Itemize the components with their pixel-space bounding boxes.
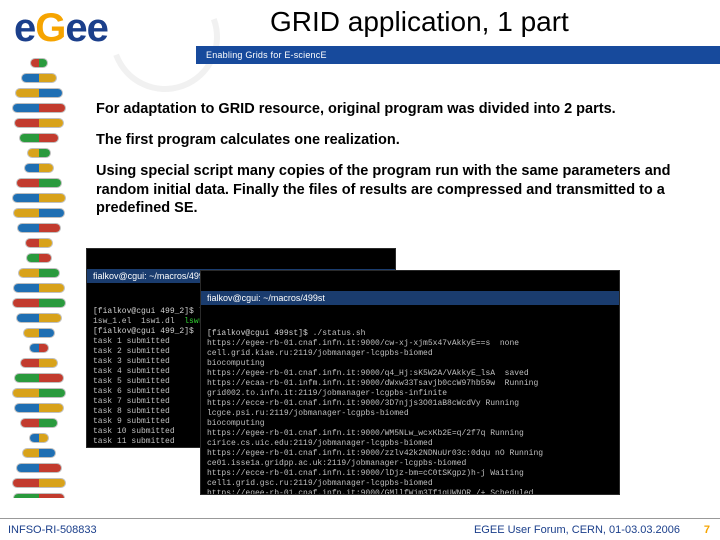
slide-footer: INFSO-RI-508833 EGEE User Forum, CERN, 0… — [0, 518, 720, 540]
paragraph-2: The first program calculates one realiza… — [96, 131, 696, 150]
terminal-status-content: [fialkov@cgui 499st]$ ./status.sh https:… — [201, 327, 619, 495]
egee-logo: eGee — [0, 0, 196, 58]
logo-ee: ee — [65, 6, 108, 50]
slide-header: eGee GRID application, 1 part Enabling G… — [0, 0, 720, 68]
page-title: GRID application, 1 part — [270, 6, 569, 38]
slide: eGee GRID application, 1 part Enabling G… — [0, 0, 720, 540]
terminal-status-title: fialkov@cgui: ~/macros/499st — [201, 291, 619, 305]
logo-e1: e — [14, 6, 35, 50]
tagline-bar: Enabling Grids for E-sciencE — [196, 46, 720, 64]
footer-left: INFSO-RI-508833 — [8, 524, 97, 536]
paragraph-3: Using special script many copies of the … — [96, 162, 696, 219]
paragraph-1: For adaptation to GRID resource, origina… — [96, 100, 696, 119]
footer-right: EGEE User Forum, CERN, 01-03.03.2006 — [474, 524, 680, 536]
terminal-status: fialkov@cgui: ~/macros/499st [fialkov@cg… — [200, 270, 620, 495]
body-text: For adaptation to GRID resource, origina… — [96, 100, 696, 230]
logo-text: eGee — [14, 6, 108, 51]
dna-sidebar — [0, 58, 78, 498]
logo-g: G — [35, 6, 65, 50]
page-number: 7 — [704, 524, 710, 536]
